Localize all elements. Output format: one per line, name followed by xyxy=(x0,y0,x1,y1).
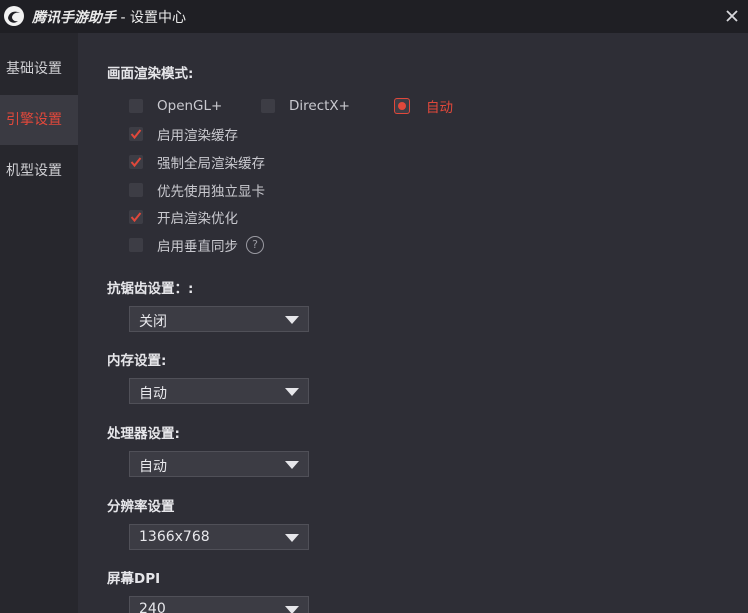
settings-window: 腾讯手游助手 - 设置中心 基础设置 引擎设置 机型设置 画面渲染模式: Ope… xyxy=(0,0,748,613)
radio-selected-dot xyxy=(398,102,406,110)
checkbox-vsync[interactable]: 启用垂直同步 ? xyxy=(129,236,264,255)
cpu-value: 自动 xyxy=(139,459,167,475)
radio-directx[interactable]: DirectX+ xyxy=(261,97,350,115)
antialias-label: 抗锯齿设置：: xyxy=(107,281,194,297)
resolution-select[interactable]: 1366x768 xyxy=(129,524,309,550)
radio-auto-label: 自动 xyxy=(426,100,453,116)
chevron-down-icon xyxy=(285,606,299,613)
checkbox-render-optimize-label: 开启渲染优化 xyxy=(157,211,238,227)
checkbox-discrete-gpu-label: 优先使用独立显卡 xyxy=(157,184,265,200)
sidebar: 基础设置 引擎设置 机型设置 xyxy=(0,33,78,613)
memory-value: 自动 xyxy=(139,386,167,402)
settings-content: 画面渲染模式: OpenGL+ DirectX+ 自动 启用渲染缓存 强制全局渲… xyxy=(78,33,748,613)
memory-select[interactable]: 自动 xyxy=(129,378,309,404)
render-mode-label: 画面渲染模式: xyxy=(107,66,194,82)
radio-directx-label: DirectX+ xyxy=(289,98,350,114)
radio-auto-box[interactable] xyxy=(394,98,410,114)
radio-auto[interactable]: 自动 xyxy=(394,97,453,116)
cpu-label: 处理器设置: xyxy=(107,426,180,442)
chevron-down-icon xyxy=(285,316,299,324)
checkbox-render-cache[interactable]: 启用渲染缓存 xyxy=(129,125,238,144)
antialias-value: 关闭 xyxy=(139,314,167,330)
sidebar-item-device[interactable]: 机型设置 xyxy=(0,146,78,196)
sidebar-item-engine[interactable]: 引擎设置 xyxy=(0,95,78,145)
checkbox-force-global-cache-box[interactable] xyxy=(129,155,143,169)
checkbox-vsync-box[interactable] xyxy=(129,238,143,252)
radio-opengl-label: OpenGL+ xyxy=(157,98,223,114)
chevron-down-icon xyxy=(285,534,299,542)
checkbox-render-cache-box[interactable] xyxy=(129,127,143,141)
antialias-select[interactable]: 关闭 xyxy=(129,306,309,332)
app-logo-icon xyxy=(4,6,24,26)
check-icon xyxy=(130,157,142,168)
dpi-select[interactable]: 240 xyxy=(129,596,309,613)
sidebar-item-basic[interactable]: 基础设置 xyxy=(0,44,78,94)
checkbox-force-global-cache-label: 强制全局渲染缓存 xyxy=(157,156,265,172)
cpu-select[interactable]: 自动 xyxy=(129,451,309,477)
radio-opengl[interactable]: OpenGL+ xyxy=(129,97,222,115)
radio-opengl-box[interactable] xyxy=(129,99,143,113)
radio-directx-box[interactable] xyxy=(261,99,275,113)
checkbox-force-global-cache[interactable]: 强制全局渲染缓存 xyxy=(129,153,265,172)
checkbox-vsync-label: 启用垂直同步 xyxy=(157,239,238,255)
help-icon[interactable]: ? xyxy=(246,236,264,254)
close-icon[interactable] xyxy=(722,6,742,26)
checkbox-render-cache-label: 启用渲染缓存 xyxy=(157,128,238,144)
chevron-down-icon xyxy=(285,461,299,469)
check-icon xyxy=(130,129,142,140)
checkbox-discrete-gpu[interactable]: 优先使用独立显卡 xyxy=(129,181,265,200)
checkbox-render-optimize-box[interactable] xyxy=(129,210,143,224)
app-brand-name: 腾讯手游助手 xyxy=(32,10,116,26)
title-separator: - xyxy=(116,10,130,26)
title-bar: 腾讯手游助手 - 设置中心 xyxy=(0,0,748,33)
dpi-value: 240 xyxy=(139,601,166,613)
checkbox-render-optimize[interactable]: 开启渲染优化 xyxy=(129,208,238,227)
dpi-label: 屏幕DPI xyxy=(107,571,161,587)
resolution-value: 1366x768 xyxy=(139,529,210,545)
resolution-label: 分辨率设置 xyxy=(107,499,175,515)
check-icon xyxy=(130,212,142,223)
memory-label: 内存设置: xyxy=(107,353,167,369)
window-title-text: 设置中心 xyxy=(129,10,186,26)
checkbox-discrete-gpu-box[interactable] xyxy=(129,183,143,197)
window-title: 腾讯手游助手 - 设置中心 xyxy=(32,7,186,27)
chevron-down-icon xyxy=(285,388,299,396)
